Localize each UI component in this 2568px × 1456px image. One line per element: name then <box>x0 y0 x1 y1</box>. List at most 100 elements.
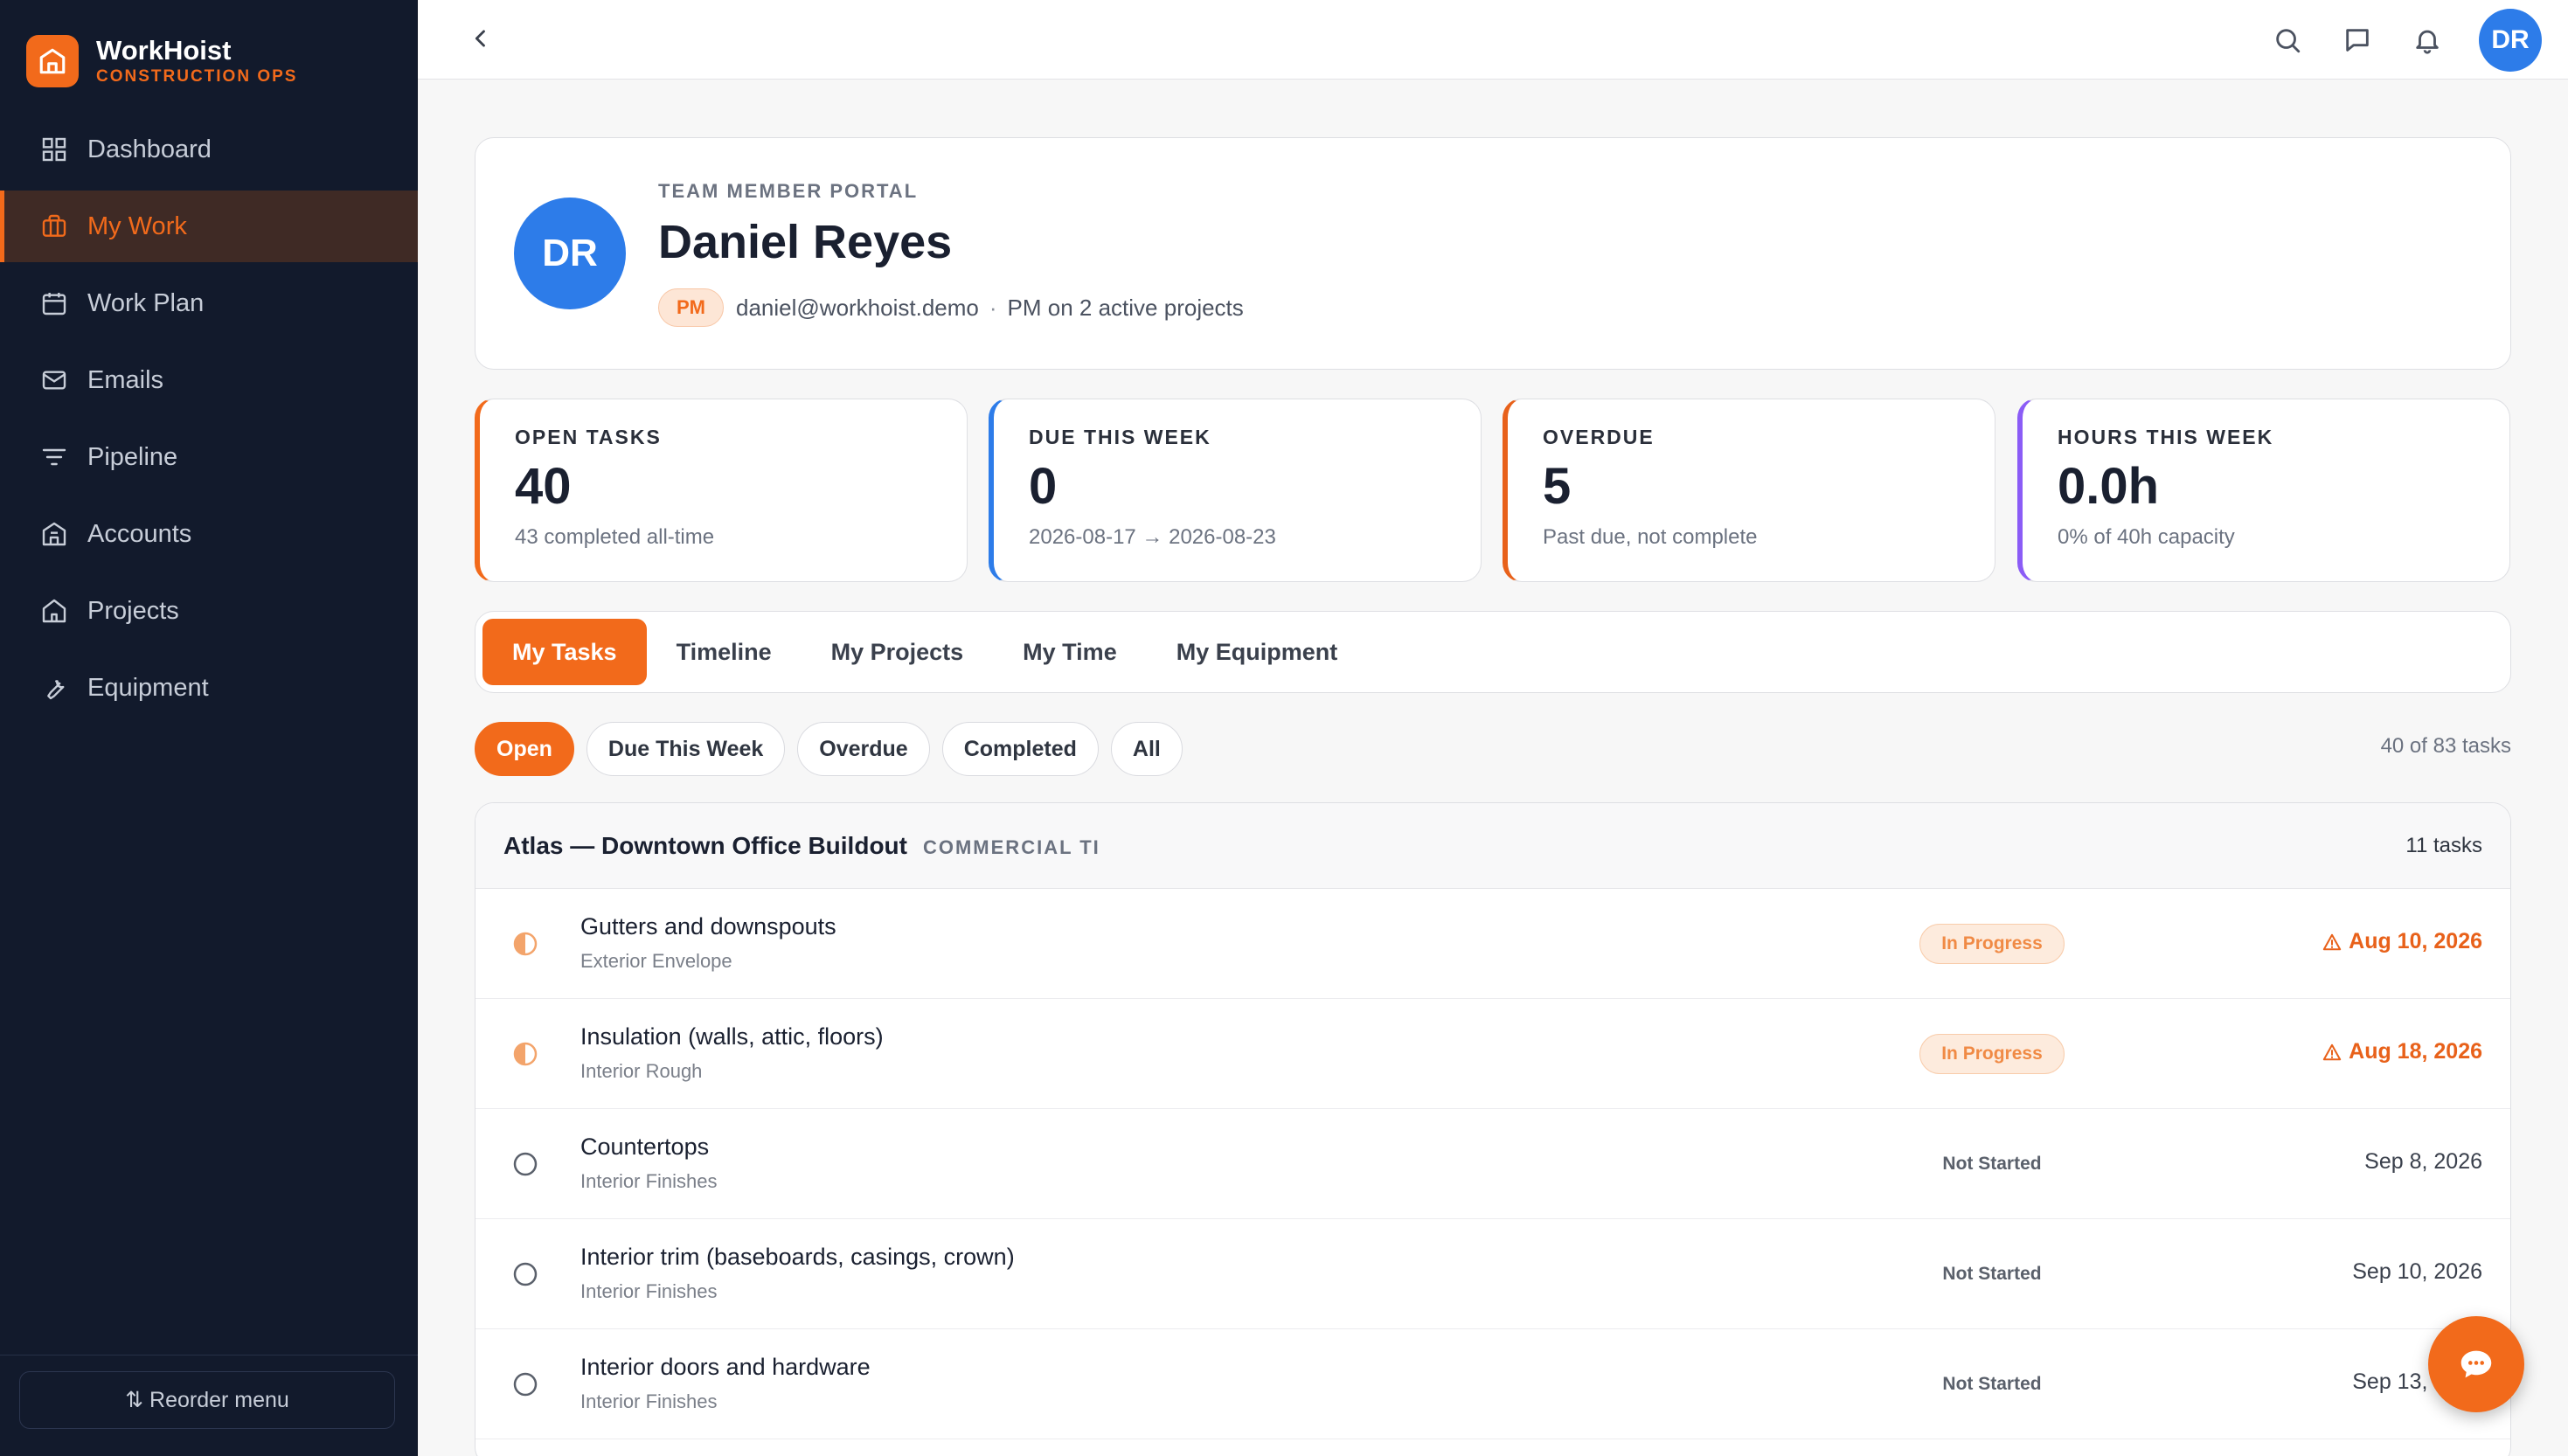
brand[interactable]: WorkHoist CONSTRUCTION OPS <box>26 35 297 87</box>
stat-label: DUE THIS WEEK <box>1029 426 1211 448</box>
task-name: Interior doors and hardware <box>580 1354 871 1380</box>
profile-avatar: DR <box>514 198 626 309</box>
table-row[interactable]: Countertops Interior Finishes Not Starte… <box>475 1109 2510 1219</box>
status-badge: Not Started <box>1942 1264 2042 1284</box>
role-badge: PM <box>658 288 724 327</box>
sidebar-item-label: My Work <box>87 211 187 240</box>
status-badge: Not Started <box>1942 1374 2042 1394</box>
stat-value: 5 <box>1543 458 1572 515</box>
due-date-text: Aug 10, 2026 <box>2349 929 2482 953</box>
filter-chips: Open Due This Week Overdue Completed All <box>475 722 1195 776</box>
chat-bubble-icon <box>2460 1350 2492 1378</box>
task-phase: Interior Rough <box>580 1060 703 1082</box>
stat-subtext: Past due, not complete <box>1543 525 1758 549</box>
sidebar-item-label: Dashboard <box>87 135 212 163</box>
sidebar-item-pipeline[interactable]: Pipeline <box>0 421 418 493</box>
sidebar-item-projects[interactable]: Projects <box>0 575 418 647</box>
stat-subtext: 2026-08-17 → 2026-08-23 <box>1029 525 1276 549</box>
due-date: Aug 10, 2026 <box>2322 929 2482 954</box>
task-phase: Interior Finishes <box>580 1390 718 1412</box>
sidebar-nav: Dashboard My Work Work Plan Emails Pipel… <box>0 114 418 729</box>
stat-label: OVERDUE <box>1543 426 1655 448</box>
stat-value: 0 <box>1029 458 1058 515</box>
sidebar-item-dashboard[interactable]: Dashboard <box>0 114 418 185</box>
task-phase: Interior Finishes <box>580 1170 718 1192</box>
grid-icon <box>38 134 70 165</box>
stat-subtext: 43 completed all-time <box>515 525 715 549</box>
table-row[interactable]: Interior trim (baseboards, casings, crow… <box>475 1219 2510 1329</box>
task-name: Interior trim (baseboards, casings, crow… <box>580 1244 1015 1270</box>
tab-my-tasks[interactable]: My Tasks <box>482 619 647 685</box>
table-row[interactable]: Gutters and downspouts Exterior Envelope… <box>475 889 2510 999</box>
brand-subtitle: CONSTRUCTION OPS <box>96 67 298 86</box>
due-date-text: Sep 10, 2026 <box>2352 1259 2482 1284</box>
group-header[interactable]: Atlas — Downtown Office Buildout COMMERC… <box>475 803 2510 889</box>
warning-icon <box>2322 933 2342 952</box>
sidebar-item-label: Projects <box>87 596 179 625</box>
chat-fab-button[interactable] <box>2428 1316 2524 1412</box>
wrench-icon <box>38 672 70 704</box>
sidebar: WorkHoist CONSTRUCTION OPS Dashboard My … <box>0 0 418 1456</box>
user-avatar[interactable]: DR <box>2479 9 2542 72</box>
mail-icon <box>38 364 70 396</box>
message-icon[interactable] <box>2339 22 2376 59</box>
filter-completed[interactable]: Completed <box>941 722 1099 776</box>
tab-timeline[interactable]: Timeline <box>647 619 802 685</box>
bell-icon[interactable] <box>2409 22 2446 59</box>
building-icon <box>38 518 70 550</box>
chevron-left-icon <box>475 30 485 47</box>
group-task-count: 11 tasks <box>2405 833 2482 857</box>
task-group: Atlas — Downtown Office Buildout COMMERC… <box>475 802 2511 1456</box>
warning-icon <box>2322 1043 2342 1062</box>
task-name: Gutters and downspouts <box>580 913 836 939</box>
due-date-text: Aug 18, 2026 <box>2349 1039 2482 1064</box>
sidebar-item-work-plan[interactable]: Work Plan <box>0 267 418 339</box>
filter-due-this-week[interactable]: Due This Week <box>586 722 786 776</box>
tab-my-time[interactable]: My Time <box>993 619 1147 685</box>
filter-icon <box>38 441 70 473</box>
filter-all[interactable]: All <box>1110 722 1183 776</box>
task-phase: Exterior Envelope <box>580 950 732 972</box>
due-date: Aug 18, 2026 <box>2322 1039 2482 1064</box>
empty-circle-status-icon <box>513 1152 538 1176</box>
empty-circle-status-icon <box>513 1372 538 1397</box>
task-count: 40 of 83 tasks <box>2380 734 2511 758</box>
sidebar-item-label: Equipment <box>87 673 209 702</box>
status-badge: In Progress <box>1919 1034 2065 1074</box>
profile-summary: PM on 2 active projects <box>1007 294 1244 321</box>
due-date: Sep 8, 2026 <box>2364 1149 2482 1175</box>
filter-open[interactable]: Open <box>475 722 574 776</box>
table-row[interactable]: Insulation (walls, attic, floors) Interi… <box>475 999 2510 1109</box>
sidebar-item-accounts[interactable]: Accounts <box>0 498 418 570</box>
tab-my-projects[interactable]: My Projects <box>802 619 994 685</box>
profile-email: daniel@workhoist.demo <box>736 294 979 321</box>
back-button[interactable] <box>463 21 498 56</box>
brand-name: WorkHoist <box>96 35 232 66</box>
home-icon <box>38 595 70 627</box>
status-badge: Not Started <box>1942 1154 2042 1174</box>
stat-card-hours-this-week: HOURS THIS WEEK 0.0h 0% of 40h capacity <box>2017 399 2510 582</box>
tab-my-equipment[interactable]: My Equipment <box>1147 619 1368 685</box>
sidebar-item-my-work[interactable]: My Work <box>0 191 418 262</box>
meta-separator: · <box>989 294 997 321</box>
profile-name: Daniel Reyes <box>658 216 953 268</box>
sidebar-item-label: Accounts <box>87 519 192 548</box>
profile-card: DR TEAM MEMBER PORTAL Daniel Reyes PM da… <box>475 137 2511 370</box>
table-row[interactable]: Interior doors and hardware Interior Fin… <box>475 1329 2510 1439</box>
task-name: Countertops <box>580 1134 710 1160</box>
stat-card-open-tasks: OPEN TASKS 40 43 completed all-time <box>475 399 968 582</box>
filter-overdue[interactable]: Overdue <box>797 722 930 776</box>
search-icon[interactable] <box>2269 22 2306 59</box>
stat-subtext: 0% of 40h capacity <box>2058 525 2235 549</box>
task-phase: Interior Finishes <box>580 1280 718 1302</box>
stat-value: 40 <box>515 458 572 515</box>
sidebar-item-emails[interactable]: Emails <box>0 344 418 416</box>
reorder-menu-button[interactable]: ⇅ Reorder menu <box>19 1371 395 1429</box>
tab-bar: My Tasks Timeline My Projects My Time My… <box>475 611 2511 693</box>
sidebar-item-equipment[interactable]: Equipment <box>0 652 418 724</box>
stat-label: HOURS THIS WEEK <box>2058 426 2274 448</box>
stat-label: OPEN TASKS <box>515 426 662 448</box>
stat-card-due-this-week: DUE THIS WEEK 0 2026-08-17 → 2026-08-23 <box>989 399 1482 582</box>
briefcase-icon <box>38 211 70 242</box>
stat-value: 0.0h <box>2058 458 2160 515</box>
